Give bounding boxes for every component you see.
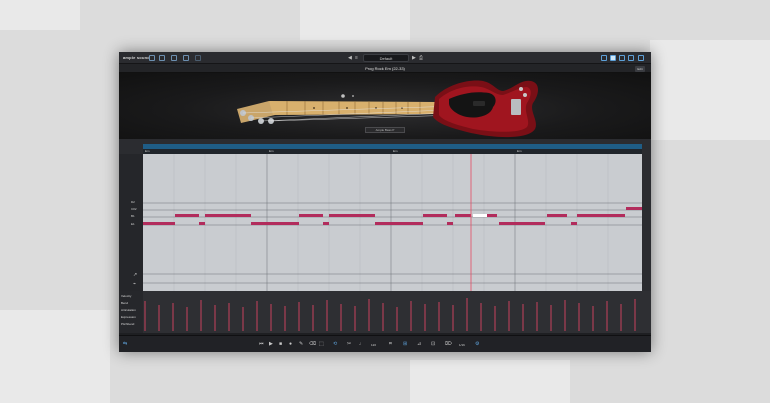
key-label: C#2 [131, 207, 137, 211]
lane-item[interactable]: Pitchbend [121, 321, 134, 327]
keyboard-icon[interactable] [610, 55, 616, 61]
chord-label: Em [269, 149, 274, 153]
preset-selector[interactable]: Default [363, 54, 409, 62]
lane-item[interactable]: Expression [121, 314, 136, 320]
transport-bar: ⇆ ⏮ ▶ ■ ● ✎ ⌫ ⬚ ⟲ ✂ ♩ 120 ⌗ ⊞ ⊿ ⊡ ⌦ 1/16… [119, 335, 651, 352]
instrument-label: Ample Bass P [365, 127, 405, 133]
edit-button[interactable]: Edit [635, 66, 645, 72]
zoom-readout[interactable]: 1/16 [459, 343, 465, 347]
save-preset-icon[interactable]: ⎙ [419, 55, 423, 61]
logo: ample sound [123, 55, 150, 60]
view-icon[interactable] [601, 55, 607, 61]
rewind-icon[interactable]: ⏮ [259, 342, 264, 347]
lane-item[interactable]: Articulation [121, 307, 136, 313]
title-bar: Prog Rock Em (22-33) Edit [119, 64, 651, 73]
automation-lanes: Velocity Bend Articulation Expression Pi… [119, 291, 651, 333]
list-icon[interactable]: ≡ [355, 55, 358, 61]
tempo-readout[interactable]: 120 [371, 343, 376, 347]
loop-icon[interactable]: ⟲ [333, 342, 337, 347]
quantize-icon[interactable]: ⊞ [403, 342, 407, 347]
save-icon[interactable] [183, 55, 189, 61]
settings-icon[interactable] [638, 55, 644, 61]
piano-roll: Em Em Em Em D2 C#2 B1 E1 ↗ ⌁ [119, 139, 651, 291]
key-column: D2 C#2 B1 E1 ↗ ⌁ [119, 154, 143, 291]
eraser-icon[interactable]: ⌫ [309, 342, 316, 347]
menu-icon[interactable]: ⇆ [123, 342, 127, 347]
pencil-icon[interactable]: ✎ [299, 342, 303, 347]
chord-label: Em [145, 149, 150, 153]
song-title: Prog Rock Em (22-33) [365, 66, 405, 71]
settings-icon[interactable]: ⚙ [475, 342, 479, 347]
tab-icon[interactable] [628, 55, 634, 61]
key-label: E1 [131, 222, 135, 226]
note-canvas[interactable] [143, 154, 642, 291]
play-icon[interactable]: ▶ [269, 342, 273, 347]
lane-item[interactable]: Velocity [121, 293, 131, 299]
scissors-icon[interactable]: ✂ [347, 342, 351, 347]
folder-icon[interactable] [149, 55, 155, 61]
next-preset-icon[interactable]: ▶ [412, 55, 416, 61]
stop-icon[interactable]: ■ [279, 342, 282, 347]
chord-label: Em [517, 149, 522, 153]
metronome-icon[interactable]: ♩ [359, 342, 364, 347]
select-icon[interactable]: ⬚ [319, 342, 324, 347]
redo-icon[interactable] [171, 55, 177, 61]
note-grid[interactable] [143, 154, 642, 291]
snap-icon[interactable]: ⌗ [389, 342, 392, 347]
lane-list: Velocity Bend Articulation Expression Pi… [119, 291, 143, 333]
slide-icon[interactable]: ⌁ [133, 281, 136, 287]
trash-icon[interactable]: ⌦ [445, 342, 452, 347]
key-label: B1 [131, 214, 135, 218]
undo-icon[interactable] [159, 55, 165, 61]
pedal-icon[interactable]: ↗ [133, 272, 137, 278]
chord-label: Em [393, 149, 398, 153]
key-label: D2 [131, 200, 135, 204]
velocity-lane[interactable] [143, 291, 651, 333]
top-toolbar: ample sound ◀ ≡ Default ▶ ⎙ [119, 52, 651, 64]
prev-preset-icon[interactable]: ◀ [348, 55, 352, 61]
export-icon[interactable] [195, 55, 201, 61]
instrument-stage: Ample Bass P [119, 73, 651, 139]
record-icon[interactable]: ● [289, 342, 292, 347]
lane-item[interactable]: Bend [121, 300, 128, 306]
velocity-icon[interactable]: ⊿ [417, 342, 421, 347]
lock-icon[interactable]: ⊡ [431, 342, 435, 347]
mixer-icon[interactable] [619, 55, 625, 61]
app-window: ample sound ◀ ≡ Default ▶ ⎙ Prog Rock Em… [119, 52, 651, 352]
